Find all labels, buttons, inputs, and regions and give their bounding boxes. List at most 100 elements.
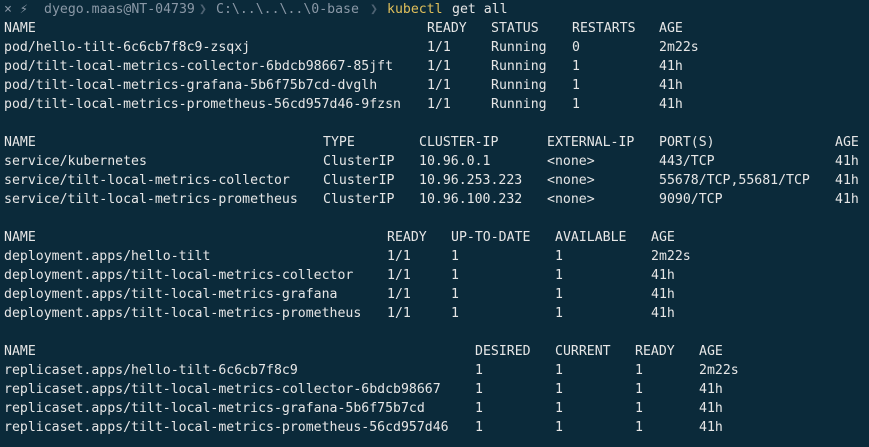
table-row: pod/tilt-local-metrics-collector-6bdcb98… [0, 57, 683, 76]
column-header-age: AGE [835, 135, 859, 150]
cell-available: 1 [555, 268, 563, 283]
cell-desired: 1 [475, 401, 483, 416]
cell-age: 41h [659, 97, 683, 112]
cell-ports: 443/TCP [659, 154, 715, 169]
column-header-type: TYPE [323, 135, 355, 150]
cell-current: 1 [555, 420, 563, 435]
cell-cluster-ip: 10.96.100.232 [419, 192, 523, 207]
cell-restarts: 1 [572, 97, 580, 112]
cell-restarts: 1 [572, 59, 580, 74]
prompt-status-icons: × ⚡ [4, 2, 28, 17]
cell-desired: 1 [475, 382, 483, 397]
cell-age: 2m22s [699, 363, 739, 378]
table-row: replicaset.apps/hello-tilt-6c6cb7f8c9 1 … [0, 361, 739, 380]
cell-name: replicaset.apps/tilt-local-metrics-prome… [4, 420, 449, 435]
prompt-separator-icon: ❯ [370, 2, 378, 17]
column-header-current: CURRENT [555, 344, 611, 359]
column-header-restarts: RESTARTS [572, 21, 636, 36]
column-header-name: NAME [4, 344, 36, 359]
cell-age: 2m22s [651, 249, 691, 264]
table-row: replicaset.apps/tilt-local-metrics-colle… [0, 380, 723, 399]
column-header-age: AGE [651, 230, 675, 245]
cell-age: 41h [699, 420, 723, 435]
cell-ready: 1/1 [427, 78, 451, 93]
cell-restarts: 1 [572, 78, 580, 93]
cell-cluster-ip: 10.96.253.223 [419, 173, 523, 188]
table-row: service/tilt-local-metrics-prometheus Cl… [0, 190, 859, 209]
cell-age: 41h [835, 154, 859, 169]
table-row: pod/tilt-local-metrics-grafana-5b6f75b7c… [0, 76, 683, 95]
cell-available: 1 [555, 249, 563, 264]
cell-type: ClusterIP [323, 192, 395, 207]
cell-up-to-date: 1 [451, 306, 459, 321]
cell-name: deployment.apps/tilt-local-metrics-colle… [4, 268, 354, 283]
cell-ready: 1 [635, 401, 643, 416]
cell-name: service/tilt-local-metrics-collector [4, 173, 290, 188]
cell-ready: 1 [635, 382, 643, 397]
table-row: replicaset.apps/tilt-local-metrics-grafa… [0, 399, 723, 418]
cell-available: 1 [555, 306, 563, 321]
column-header-ready: READY [387, 230, 427, 245]
table-header: NAME DESIRED CURRENT READY AGE [0, 342, 723, 361]
table-row: replicaset.apps/tilt-local-metrics-prome… [0, 418, 723, 437]
cell-age: 2m22s [659, 40, 699, 55]
cell-name: replicaset.apps/hello-tilt-6c6cb7f8c9 [4, 363, 298, 378]
cell-name: service/tilt-local-metrics-prometheus [4, 192, 298, 207]
prompt-path: C:\..\..\..\0-base [216, 2, 359, 17]
terminal-window[interactable]: × ⚡ dyego.maas@NT-04739 ❯ C:\..\..\..\0-… [0, 0, 869, 447]
command-name: kubectl [387, 2, 443, 17]
table-row: deployment.apps/tilt-local-metrics-grafa… [0, 285, 675, 304]
prompt-line: × ⚡ dyego.maas@NT-04739 ❯ C:\..\..\..\0-… [0, 0, 869, 19]
cell-up-to-date: 1 [451, 268, 459, 283]
cell-name: deployment.apps/tilt-local-metrics-prome… [4, 306, 362, 321]
command-args: get all [452, 2, 508, 17]
cell-age: 41h [835, 192, 859, 207]
cell-ready: 1/1 [387, 249, 411, 264]
cell-ready: 1 [635, 420, 643, 435]
table-header: NAME READY UP-TO-DATE AVAILABLE AGE [0, 228, 675, 247]
cell-external-ip: <none> [547, 192, 595, 207]
cell-ports: 9090/TCP [659, 192, 723, 207]
cell-current: 1 [555, 363, 563, 378]
cell-name: deployment.apps/tilt-local-metrics-grafa… [4, 287, 338, 302]
cell-age: 41h [651, 287, 675, 302]
cell-ports: 55678/TCP,55681/TCP [659, 173, 810, 188]
cell-name: replicaset.apps/tilt-local-metrics-grafa… [4, 401, 425, 416]
cell-external-ip: <none> [547, 154, 595, 169]
cell-type: ClusterIP [323, 173, 395, 188]
column-header-available: AVAILABLE [555, 230, 627, 245]
cell-ready: 1/1 [387, 268, 411, 283]
cell-name: service/kubernetes [4, 154, 147, 169]
cell-ready: 1/1 [427, 40, 451, 55]
table-row: pod/hello-tilt-6c6cb7f8c9-zsqxj 1/1 Runn… [0, 38, 699, 57]
cell-name: replicaset.apps/tilt-local-metrics-colle… [4, 382, 441, 397]
table-header: NAME READY STATUS RESTARTS AGE [0, 19, 683, 38]
column-header-desired: DESIRED [475, 344, 531, 359]
column-header-cluster-ip: CLUSTER-IP [419, 135, 499, 150]
table-row: pod/tilt-local-metrics-prometheus-56cd95… [0, 95, 683, 114]
cell-name: pod/hello-tilt-6c6cb7f8c9-zsqxj [4, 40, 251, 55]
table-row: deployment.apps/hello-tilt 1/1 1 1 2m22s [0, 247, 691, 266]
prompt-separator-icon: ❯ [199, 2, 207, 17]
cell-type: ClusterIP [323, 154, 395, 169]
cell-cluster-ip: 10.96.0.1 [419, 154, 491, 169]
cell-ready: 1/1 [387, 287, 411, 302]
cell-up-to-date: 1 [451, 249, 459, 264]
cell-status: Running [491, 78, 547, 93]
prompt-user-host: dyego.maas@NT-04739 [44, 2, 195, 17]
cell-ready: 1 [635, 363, 643, 378]
cell-desired: 1 [475, 363, 483, 378]
cell-status: Running [491, 97, 547, 112]
cell-age: 41h [659, 78, 683, 93]
cell-status: Running [491, 59, 547, 74]
cell-age: 41h [699, 401, 723, 416]
cell-age: 41h [659, 59, 683, 74]
cell-age: 41h [835, 173, 859, 188]
cell-ready: 1/1 [427, 59, 451, 74]
table-row: service/tilt-local-metrics-collector Clu… [0, 171, 859, 190]
cell-name: pod/tilt-local-metrics-grafana-5b6f75b7c… [4, 78, 378, 93]
cell-current: 1 [555, 382, 563, 397]
table-row: deployment.apps/tilt-local-metrics-prome… [0, 304, 675, 323]
column-header-name: NAME [4, 230, 36, 245]
cell-available: 1 [555, 287, 563, 302]
